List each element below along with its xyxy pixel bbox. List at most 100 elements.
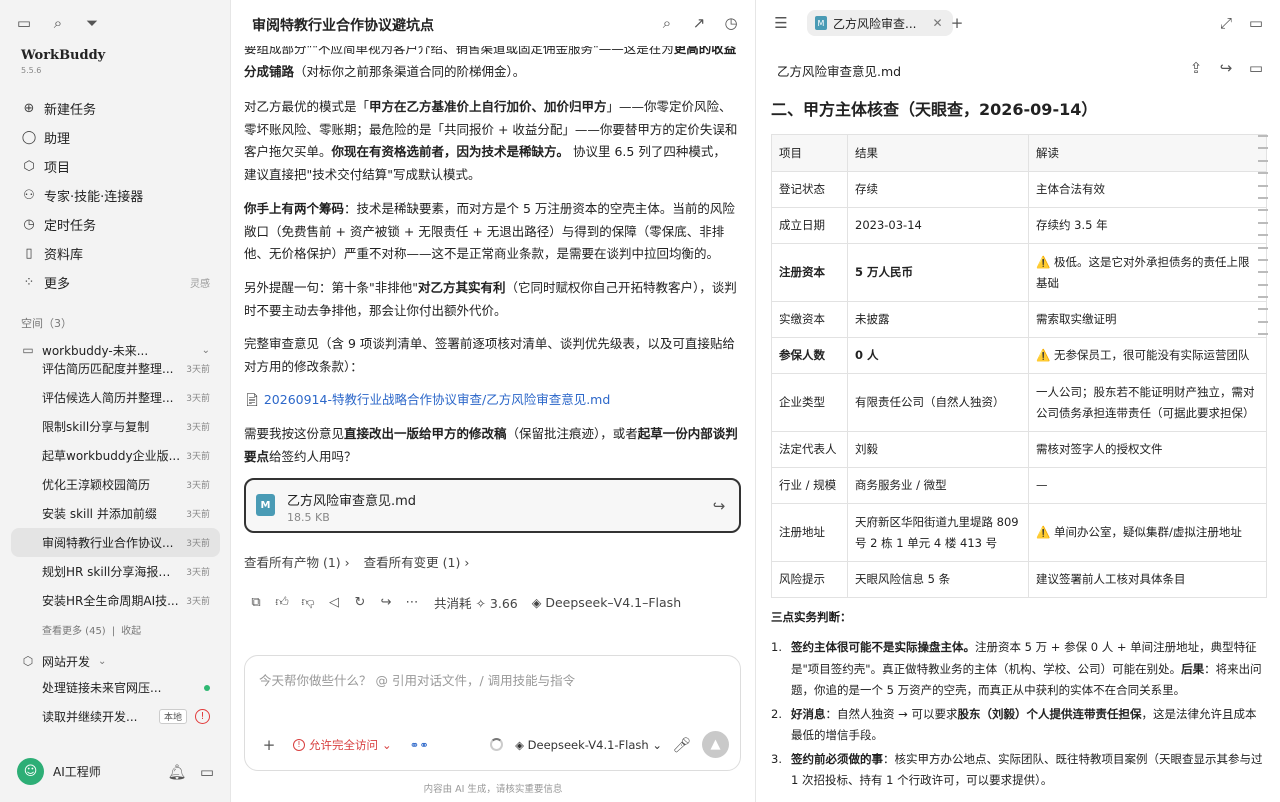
message-paragraph: 另外提醒一句：第十条"非排他"对乙方其实有利（它同时赋权你自己开拓特教客户），谈… bbox=[244, 277, 738, 322]
bold-text: 你现在有资格选前者，因为技术是稀缺方。 bbox=[331, 144, 570, 159]
share-icon[interactable]: ↪ bbox=[376, 592, 396, 612]
task-item[interactable]: 安装 skill 并添加前缀 3天前 bbox=[11, 499, 220, 528]
more-icon[interactable]: ⋯ bbox=[402, 592, 422, 612]
nav-library[interactable]: ▯ 资料库 bbox=[12, 239, 220, 268]
user-name: AI工程师 bbox=[53, 765, 101, 779]
avatar[interactable]: ☺ bbox=[17, 758, 44, 785]
view-artifacts-link[interactable]: 查看所有产物 (1) › bbox=[244, 552, 350, 571]
share-icon[interactable]: ↪ bbox=[1216, 58, 1236, 78]
column-header: 解读 bbox=[1028, 134, 1267, 172]
collapse-link[interactable]: 收起 bbox=[121, 626, 141, 637]
task-item-active[interactable]: 审阅特教行业合作协议... 3天前 bbox=[11, 528, 220, 557]
file-link[interactable]: 20260914-特教行业战略合作协议审查/乙方风险审查意见.md bbox=[264, 392, 610, 407]
bold-text: 甲方在乙方基准价上自行加价、加价归甲方 bbox=[369, 99, 607, 114]
composer-input[interactable]: 今天帮你做些什么？ @ 引用对话文件，/ 调用技能与指令 bbox=[259, 670, 575, 689]
speaker-icon[interactable]: ◁ bbox=[324, 592, 344, 612]
table-cell: 注册资本 bbox=[771, 243, 848, 302]
sidebar-toggle-icon[interactable]: ▭ bbox=[14, 13, 34, 33]
column-header: 项目 bbox=[771, 134, 848, 172]
task-item[interactable]: 读取并继续开发... 本地! bbox=[11, 702, 220, 731]
markdown-file-icon: M bbox=[815, 16, 827, 30]
share-icon[interactable]: ↪ bbox=[709, 496, 729, 516]
task-item[interactable]: 限制skill分享与复制 3天前 bbox=[11, 412, 220, 441]
chevron-down-icon: ⌄ bbox=[382, 737, 392, 752]
filter-icon[interactable]: ⏷ bbox=[82, 13, 102, 33]
task-title: 优化王淳颖校园简历 bbox=[42, 478, 151, 492]
panel-toggle-icon[interactable]: ▭ bbox=[1246, 13, 1266, 33]
view-changes-link[interactable]: 查看所有变更 (1) › bbox=[364, 552, 470, 571]
folder-icon[interactable]: ▭ bbox=[1246, 58, 1266, 78]
app-version: 5.5.6 bbox=[21, 66, 42, 75]
nav-projects[interactable]: ⬡ 项目 bbox=[12, 152, 220, 181]
chevron-down-icon[interactable]: ⌄ bbox=[98, 656, 106, 667]
token-cost: 共消耗 ✧ 3.66 bbox=[434, 595, 518, 611]
loading-spinner-icon bbox=[490, 738, 504, 751]
model-selector[interactable]: ◈ Deepseek-V4.1-Flash ⌄ bbox=[515, 738, 662, 752]
nav-experts[interactable]: ⚇ 专家·技能·连接器 bbox=[12, 181, 220, 210]
nav-label: 专家·技能·连接器 bbox=[44, 190, 144, 205]
sidebar: ▭ ⌕ ⏷ WorkBuddy 5.5.6 ⊕ 新建任务 ◯ 助理 ⬡ 项目 ⚇ 专家·… bbox=[0, 0, 231, 802]
tab-document[interactable]: M 乙方风险审查... ✕ bbox=[807, 10, 953, 36]
task-item[interactable]: 安装HR全生命周期AI技... 3天前 bbox=[11, 586, 220, 615]
outline-minimap[interactable] bbox=[1258, 135, 1268, 336]
bold-text: 签约主体很可能不是实际操盘主体。 bbox=[791, 640, 975, 654]
list-number: 3. bbox=[771, 751, 782, 766]
upload-icon[interactable]: ⇪ bbox=[1186, 58, 1206, 78]
message-paragraph: 完整审查意见（含 9 项谈判清单、签署前逐项核对清单、谈判优先级表，以及可直接贴… bbox=[244, 336, 735, 374]
table-cell: 一人公司；股东若不能证明财产独立，需对公司债务承担连带责任（可据此要求担保） bbox=[1028, 373, 1267, 432]
table-row: 成立日期 2023-03-14 存续约 3.5 年 bbox=[771, 207, 1267, 244]
nav-assistant[interactable]: ◯ 助理 bbox=[12, 123, 220, 152]
send-button[interactable]: ▲ bbox=[702, 731, 729, 758]
nav-label: 定时任务 bbox=[44, 219, 97, 234]
task-item[interactable]: 评估候选人简历并整理... 3天前 bbox=[11, 383, 220, 412]
message-toolbar: ⧉ 👍︎ 👎︎ ◁ ↻ ↪ ⋯ 共消耗 ✧ 3.66 ◈ Deepseek–V4… bbox=[246, 592, 681, 612]
task-item[interactable]: 处理链接未来官网压... bbox=[11, 673, 220, 702]
bold-text: 直接改出一版给甲方的修改稿 bbox=[344, 426, 507, 441]
history-icon[interactable]: ◷ bbox=[721, 13, 741, 33]
thumbs-down-icon[interactable]: 👎︎ bbox=[298, 592, 318, 612]
table-cell: 存续约 3.5 年 bbox=[1028, 207, 1267, 244]
add-tab-icon[interactable]: + bbox=[947, 13, 967, 33]
task-item[interactable]: 评估简历匹配度并整理... 3天前 bbox=[11, 354, 220, 383]
refresh-icon[interactable]: ↻ bbox=[350, 592, 370, 612]
task-time: 3天前 bbox=[186, 423, 210, 433]
tab-bar: ☰ M 乙方风险审查... ✕ + ⤢ ▭ bbox=[757, 0, 1280, 46]
nav-scheduled[interactable]: ◷ 定时任务 bbox=[12, 210, 220, 239]
nav-more[interactable]: ⁘ 更多 灵感 bbox=[12, 268, 220, 297]
model-label: ◈ Deepseek–V4.1–Flash bbox=[532, 595, 681, 610]
nav-new-task[interactable]: ⊕ 新建任务 bbox=[12, 94, 220, 123]
task-item[interactable]: 起草workbuddy企业版... 3天前 bbox=[11, 441, 220, 470]
thumbs-up-icon[interactable]: 👍︎ bbox=[272, 592, 292, 612]
connectors-icon[interactable]: ⚭⚭ bbox=[410, 738, 429, 752]
task-item[interactable]: 优化王淳颖校园简历 3天前 bbox=[11, 470, 220, 499]
add-icon[interactable]: + bbox=[259, 735, 279, 755]
section-subheading: 三点实务判断： bbox=[771, 610, 852, 624]
view-more-link[interactable]: 查看更多 (45) bbox=[42, 626, 106, 637]
composer[interactable]: 今天帮你做些什么？ @ 引用对话文件，/ 调用技能与指令 + ! 允许完全访问 ⌄ … bbox=[244, 655, 741, 771]
entity-check-table: 项目 结果 解读 登记状态 存续 主体合法有效 成立日期 2023-03-14 存续约 … bbox=[771, 134, 1267, 598]
composer-toolbar: + ! 允许完全访问 ⌄ ⚭⚭ ◈ Deepseek-V4.1-Flash ⌄ 🎤︎… bbox=[259, 731, 729, 758]
close-icon[interactable]: ✕ bbox=[932, 16, 942, 30]
table-cell: 天眼风险信息 5 条 bbox=[847, 561, 1029, 598]
task-time: 3天前 bbox=[186, 452, 210, 462]
project-website[interactable]: ⬡ 网站开发 ⌄ bbox=[20, 651, 210, 671]
task-title: 处理链接未来官网压... bbox=[42, 681, 162, 695]
chevron-right-icon: › bbox=[464, 555, 470, 570]
task-item[interactable]: 规划HR skill分享海报文案 3天前 bbox=[11, 557, 220, 586]
table-cell: 建议签署前人工核对具体条目 bbox=[1028, 561, 1267, 598]
devices-icon[interactable]: ▭ bbox=[197, 762, 217, 782]
copy-icon[interactable]: ⧉ bbox=[246, 592, 266, 612]
bell-icon[interactable]: 🔔︎ bbox=[167, 762, 187, 782]
task-time: 3天前 bbox=[186, 568, 210, 578]
list-item: 1. 签约主体很可能不是实际操盘主体。注册资本 5 万 + 参保 0 人 + 单间… bbox=[771, 637, 1267, 702]
menu-icon[interactable]: ☰ bbox=[771, 13, 791, 33]
search-icon[interactable]: ⌕ bbox=[657, 13, 677, 33]
chevron-right-icon: › bbox=[344, 555, 350, 570]
search-icon[interactable]: ⌕ bbox=[48, 13, 68, 33]
share-icon[interactable]: ↗ bbox=[689, 13, 709, 33]
nav-label: 新建任务 bbox=[44, 103, 97, 118]
microphone-icon[interactable]: 🎤︎ bbox=[672, 735, 692, 755]
expand-icon[interactable]: ⤢ bbox=[1216, 13, 1236, 33]
attachment-card[interactable]: M 乙方风险审查意见.md 18.5 KB ↪ bbox=[244, 478, 741, 533]
permission-selector[interactable]: ! 允许完全访问 ⌄ bbox=[293, 737, 392, 753]
